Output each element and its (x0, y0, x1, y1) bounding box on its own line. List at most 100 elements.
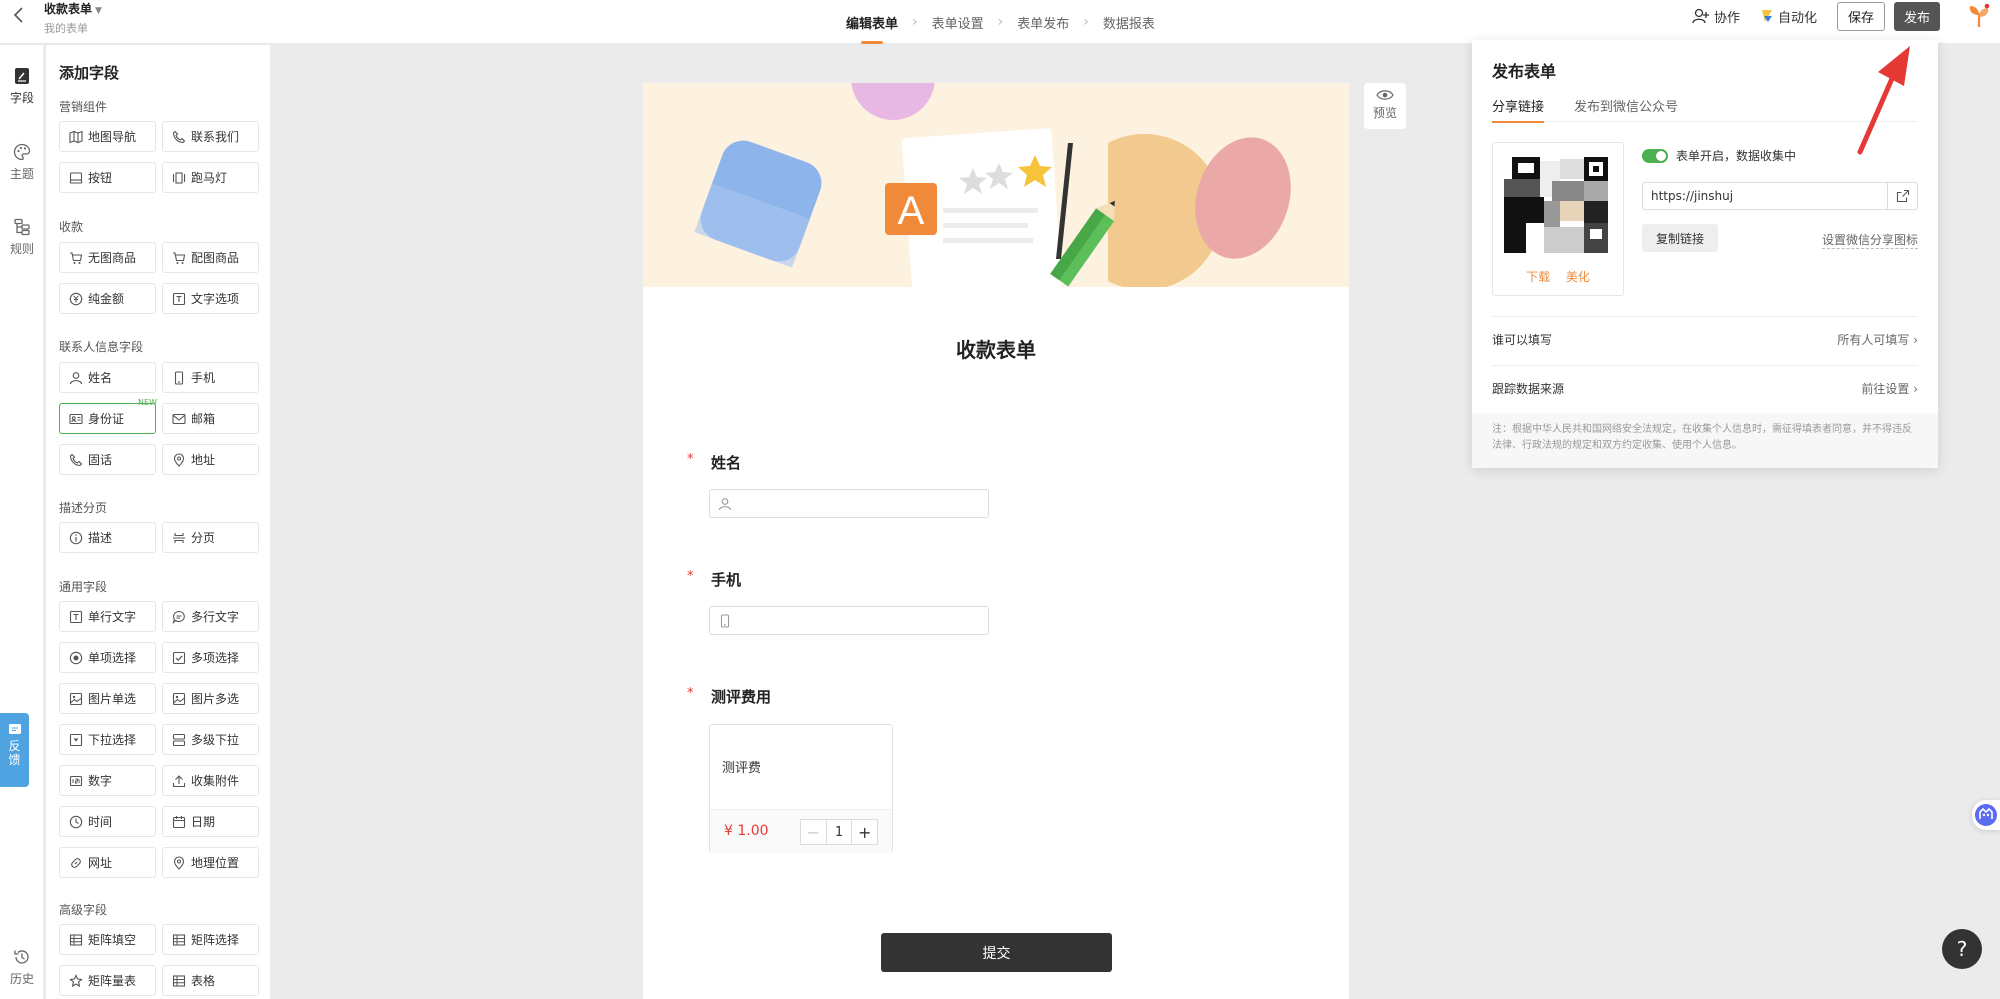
quantity-value[interactable]: 1 (827, 820, 852, 844)
product-name: 测评费 (722, 761, 762, 776)
field-matrix-fill[interactable]: 矩阵填空 (59, 924, 156, 955)
field-landline[interactable]: 固话 (59, 444, 156, 475)
checkbox-icon (172, 651, 186, 664)
field-email[interactable]: 邮箱 (162, 403, 259, 434)
field-image-multi[interactable]: 图片多选 (162, 683, 259, 714)
rail-theme[interactable]: 主题 (0, 143, 44, 182)
field-matrix-choice[interactable]: 矩阵选择 (162, 924, 259, 955)
field-attachment[interactable]: 收集附件 (162, 765, 259, 796)
name-input[interactable] (709, 489, 989, 518)
field-label: 矩阵填空 (88, 933, 137, 947)
preview-label: 预览 (1372, 106, 1397, 120)
copy-link-button[interactable]: 复制链接 (1642, 224, 1718, 252)
preview-button[interactable]: 预览 (1364, 83, 1406, 129)
field-multi-line[interactable]: 多行文字 (162, 601, 259, 632)
eye-icon (1376, 90, 1394, 100)
field-marquee[interactable]: 跑马灯 (162, 162, 259, 193)
help-button[interactable]: ? (1942, 929, 1982, 969)
form-subtitle: 我的表单 (44, 22, 88, 35)
field-number[interactable]: 数字 (59, 765, 156, 796)
field-label: 表格 (191, 974, 216, 988)
submit-button[interactable]: 提交 (881, 933, 1112, 972)
field-multi-choice[interactable]: 多项选择 (162, 642, 259, 673)
collab-button[interactable]: 协作 (1692, 7, 1740, 26)
edit-doc-icon (15, 68, 29, 84)
rail-history[interactable]: 历史 (0, 948, 44, 987)
step-nav: 编辑表单 › 表单设置 › 表单发布 › 数据报表 (846, 0, 1155, 44)
field-label: 数字 (88, 774, 113, 788)
rail-rules[interactable]: 规则 (0, 218, 44, 257)
save-button[interactable]: 保存 (1836, 1, 1885, 31)
chevron-right-icon: › (912, 14, 918, 30)
publish-button[interactable]: 发布 (1893, 1, 1940, 31)
field-id-card[interactable]: 身份证 NEW (59, 398, 157, 434)
step-edit[interactable]: 编辑表单 (846, 0, 898, 44)
increment-button[interactable]: + (851, 820, 877, 844)
mobile-input[interactable] (709, 606, 989, 635)
field-map-nav[interactable]: 地图导航 (59, 121, 156, 152)
assistant-bot-button[interactable] (1972, 800, 2000, 830)
required-mark: * (687, 686, 694, 701)
form-title-block[interactable]: 收款表单 ▼ 我的表单 (44, 0, 102, 36)
step-report[interactable]: 数据报表 (1103, 0, 1155, 44)
field-amount[interactable]: 纯金额 (59, 283, 156, 314)
form-open-toggle[interactable] (1642, 148, 1668, 163)
chat-icon (172, 610, 185, 624)
field-url[interactable]: 网址 (59, 847, 156, 878)
field-label: 身份证 (88, 412, 125, 426)
field-cascade-dropdown[interactable]: 多级下拉 (162, 724, 259, 755)
field-description[interactable]: 描述 (59, 522, 156, 553)
automation-button[interactable]: 自动化 (1760, 7, 1817, 26)
field-contact-us[interactable]: 联系我们 (162, 121, 259, 152)
share-url-field[interactable]: https://jinshuj (1642, 182, 1918, 210)
field-single-line[interactable]: 单行文字 (59, 601, 156, 632)
field-label: 联系我们 (191, 130, 240, 144)
field-date[interactable]: 日期 (162, 806, 259, 837)
app-logo-icon[interactable] (1966, 3, 1992, 29)
back-arrow-icon[interactable] (12, 4, 26, 32)
open-link-icon[interactable] (1887, 183, 1917, 209)
feedback-tab[interactable]: 反 馈 (0, 713, 29, 787)
who-can-fill-row[interactable]: 谁可以填写 所有人可填写 › (1492, 331, 1918, 351)
product-price: ¥ 1.00 (724, 823, 769, 839)
field-label: 文字选项 (191, 292, 240, 306)
qr-download-link[interactable]: 下载 (1526, 270, 1550, 284)
field-address[interactable]: 地址 (162, 444, 259, 475)
tab-wechat[interactable]: 发布到微信公众号 (1574, 96, 1678, 122)
page-break-icon (173, 532, 185, 543)
step-publish[interactable]: 表单发布 (1017, 0, 1069, 44)
field-button[interactable]: 按钮 (59, 162, 156, 193)
tab-share-link[interactable]: 分享链接 (1492, 96, 1545, 123)
field-time[interactable]: 时间 (59, 806, 156, 837)
field-mobile[interactable]: 手机 (162, 362, 259, 393)
field-page-break[interactable]: 分页 (162, 522, 259, 553)
add-user-icon (1692, 8, 1709, 24)
field-label: 时间 (88, 815, 113, 829)
field-single-choice[interactable]: 单项选择 (59, 642, 156, 673)
required-mark: * (687, 452, 694, 467)
rail-fields[interactable]: 字段 (0, 67, 44, 106)
field-name[interactable]: 姓名 (59, 362, 156, 393)
upload-icon (172, 774, 186, 787)
field-label: 纯金额 (88, 292, 125, 306)
automation-icon (1761, 10, 1772, 22)
wechat-share-icon-link[interactable]: 设置微信分享图标 (1821, 231, 1918, 249)
decrement-button[interactable]: − (801, 820, 827, 844)
field-product-no-image[interactable]: 无图商品 (59, 242, 156, 273)
field-table[interactable]: 表格 (162, 965, 259, 996)
track-source-row[interactable]: 跟踪数据来源 前往设置 › (1492, 380, 1918, 400)
step-settings[interactable]: 表单设置 (932, 0, 984, 44)
qr-code-box: 下载 美化 (1492, 142, 1624, 296)
field-image-single[interactable]: 图片单选 (59, 683, 156, 714)
form-open-toggle-row: 表单开启，数据收集中 (1642, 147, 1796, 164)
field-matrix-scale[interactable]: 矩阵量表 (59, 965, 156, 996)
form-canvas: A 收款表单 * 姓名 * 手机 * 测评费用 测评费 ¥ 1.00 − 1 +… (643, 83, 1349, 999)
field-text-option[interactable]: 文字选项 (162, 283, 259, 314)
field-dropdown[interactable]: 下拉选择 (59, 724, 156, 755)
field-product-image[interactable]: 配图商品 (162, 242, 259, 273)
field-geo-location[interactable]: 地理位置 (162, 847, 259, 878)
qr-beautify-link[interactable]: 美化 (1566, 270, 1590, 284)
caret-down-icon[interactable]: ▼ (95, 6, 102, 16)
product-card: 测评费 ¥ 1.00 − 1 + (709, 724, 893, 853)
banner-illustration: A (694, 83, 1291, 287)
